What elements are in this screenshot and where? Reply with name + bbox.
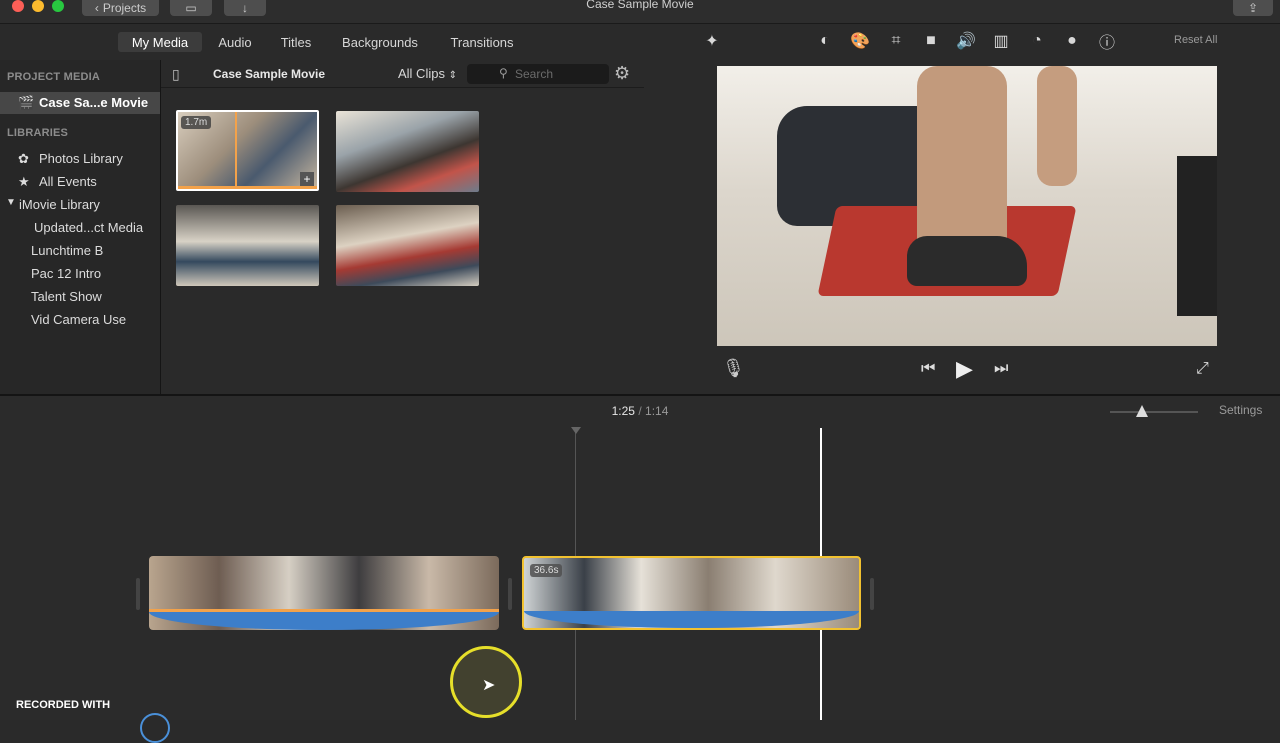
star-icon: ★: [18, 174, 30, 189]
video-viewer[interactable]: [717, 66, 1217, 346]
tab-my-media[interactable]: My Media: [118, 32, 202, 52]
title-bar: ‹ Projects ▭ ↓ Case Sample Movie ⇪: [0, 0, 1280, 24]
share-icon: ⇪: [1247, 1, 1259, 15]
stabilization-icon[interactable]: ■: [920, 30, 942, 52]
clip-filter-select[interactable]: All Clips ⇕: [398, 66, 457, 81]
media-clip-thumbnail[interactable]: [336, 205, 479, 286]
skip-back-icon[interactable]: ⏮: [921, 360, 935, 378]
crop-icon[interactable]: ⌗: [885, 30, 907, 52]
skimmer-head: [571, 427, 581, 434]
clip-edge-handle[interactable]: [136, 578, 140, 610]
libraries-heading: LIBRARIES: [7, 127, 69, 139]
browser-title: Case Sample Movie: [213, 67, 326, 81]
sidebar-item-event[interactable]: Updated...ct Media: [34, 220, 143, 235]
gear-icon[interactable]: ⚙: [614, 63, 630, 84]
sidebar-item-event[interactable]: Pac 12 Intro: [31, 266, 101, 281]
leg-shape: [1037, 66, 1077, 186]
clapper-icon: 🎬: [18, 95, 35, 110]
library-sidebar: PROJECT MEDIA 🎬 Case Sa...e Movie LIBRAR…: [0, 60, 161, 394]
media-clip-thumbnail[interactable]: [336, 111, 479, 192]
sidebar-toggle-icon[interactable]: ▯: [172, 66, 180, 83]
play-icon[interactable]: ▶: [956, 356, 973, 382]
clip-filter-label: All Clips: [398, 66, 445, 81]
used-clip-bar: [178, 186, 317, 189]
timeline-settings-button[interactable]: Settings: [1219, 403, 1262, 417]
audio-waveform: [149, 612, 499, 630]
zoom-slider[interactable]: [1110, 411, 1198, 413]
window-title: Case Sample Movie: [586, 0, 694, 11]
sidebar-item-project-label: Case Sa...e Movie: [39, 95, 149, 110]
sidebar-item-event[interactable]: Vid Camera Use: [31, 312, 126, 327]
mouse-cursor-icon: ➤: [482, 677, 496, 694]
photos-icon: ✿: [18, 151, 29, 166]
clip-edge-handle[interactable]: [870, 578, 874, 610]
clip-duration-badge: 36.6s: [530, 564, 563, 577]
zoom-slider-knob[interactable]: [1136, 405, 1148, 417]
clip-duration-badge: 1.7m: [181, 116, 212, 129]
media-clip-thumbnail[interactable]: 1.7m +: [176, 110, 319, 191]
audio-waveform: [524, 611, 859, 628]
filter-icon[interactable]: ●: [1061, 30, 1083, 52]
timeline-clip-selected[interactable]: 36.6s: [522, 556, 861, 630]
recorder-logo: [140, 713, 170, 743]
media-clip-thumbnail[interactable]: [176, 205, 319, 286]
search-input[interactable]: ⚲ Search: [467, 64, 609, 84]
sidebar-item-imovie-library[interactable]: iMovie Library: [19, 197, 100, 212]
speed-icon[interactable]: ◔: [1026, 30, 1048, 52]
total-time: 1:14: [645, 404, 669, 418]
fullscreen-icon[interactable]: ⤢: [1196, 360, 1209, 378]
magic-wand-icon[interactable]: ✦: [701, 30, 723, 52]
sidebar-item-event[interactable]: Lunchtime B: [31, 243, 103, 258]
timecode-display: 1:25 / 1:14: [0, 404, 1280, 418]
chevron-updown-icon: ⇕: [448, 70, 457, 81]
skip-forward-icon[interactable]: ⏭: [994, 360, 1008, 378]
project-media-heading: PROJECT MEDIA: [7, 71, 101, 83]
clip-edge-handle[interactable]: [508, 578, 512, 610]
tab-titles[interactable]: Titles: [272, 32, 320, 52]
tab-backgrounds[interactable]: Backgrounds: [334, 32, 426, 52]
add-clip-icon[interactable]: +: [300, 172, 314, 186]
info-icon[interactable]: ⓘ: [1096, 30, 1118, 52]
tab-transitions[interactable]: Transitions: [442, 32, 522, 52]
current-time: 1:25: [611, 404, 635, 418]
microphone-icon[interactable]: 🎙: [722, 358, 745, 379]
timeline-clip[interactable]: [149, 556, 499, 630]
bag-edge-shape: [1177, 156, 1217, 316]
volume-icon[interactable]: 🔊: [955, 30, 977, 52]
sneaker-shape: [907, 236, 1027, 286]
tab-audio[interactable]: Audio: [211, 32, 259, 52]
color-correction-icon[interactable]: 🎨: [849, 30, 871, 52]
sidebar-item-photos-library[interactable]: Photos Library: [39, 151, 123, 166]
search-icon: ⚲: [499, 66, 508, 80]
recorded-with-watermark: RECORDED WITH: [16, 699, 111, 711]
sidebar-item-event[interactable]: Talent Show: [31, 289, 102, 304]
search-placeholder: Search: [515, 67, 554, 81]
reset-all-button[interactable]: Reset All: [1174, 34, 1217, 46]
share-button[interactable]: ⇪: [1233, 0, 1273, 16]
media-tabs: My Media Audio Titles Backgrounds Transi…: [0, 30, 640, 54]
equalizer-icon[interactable]: ▥: [990, 30, 1012, 52]
skimmer-line: [235, 112, 237, 189]
disclosure-triangle-icon[interactable]: ▼: [6, 197, 16, 208]
color-balance-icon[interactable]: ◐: [814, 30, 836, 52]
time-separator: /: [638, 404, 642, 418]
sidebar-item-all-events[interactable]: All Events: [39, 174, 97, 189]
